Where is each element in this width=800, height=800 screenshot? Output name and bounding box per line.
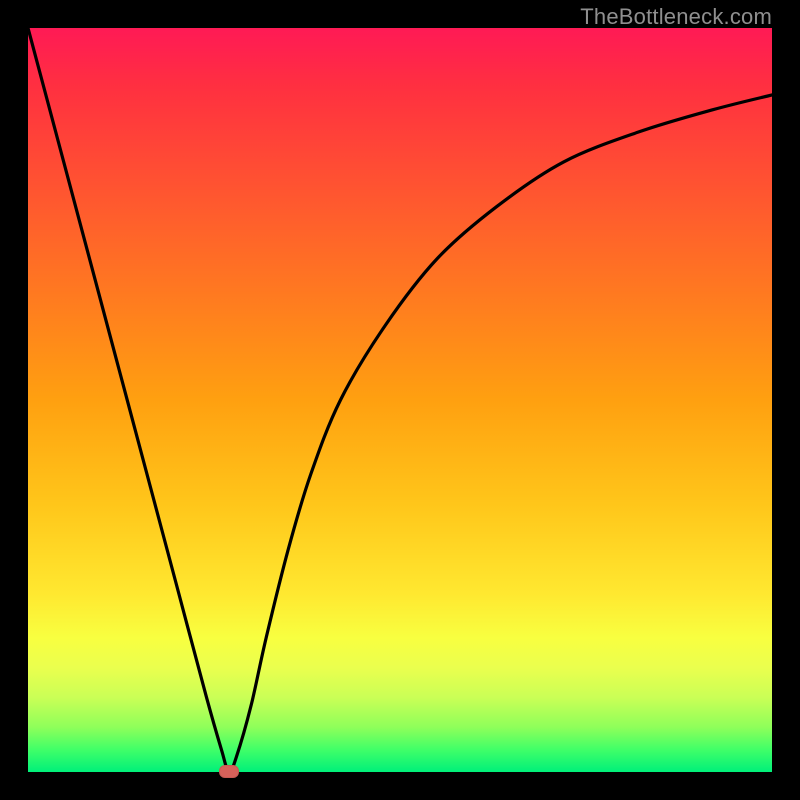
chart-frame: TheBottleneck.com: [0, 0, 800, 800]
plot-area: [28, 28, 772, 772]
watermark-text: TheBottleneck.com: [580, 4, 772, 30]
minimum-marker: [219, 765, 239, 778]
bottleneck-curve: [28, 28, 772, 772]
